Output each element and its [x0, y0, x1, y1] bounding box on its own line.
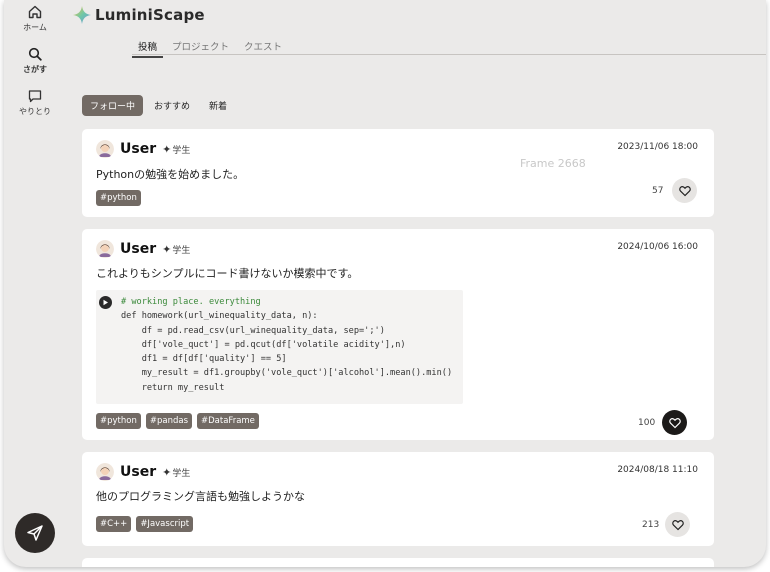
post-text: Pythonの勉強を始めました。: [96, 168, 245, 181]
tag[interactable]: #C++: [96, 516, 132, 532]
user-avatar-icon: [96, 140, 114, 158]
sparkle-logo-icon: [73, 6, 91, 24]
tag[interactable]: #Javascript: [136, 516, 194, 532]
code-block: # working place. everything def homework…: [96, 290, 463, 404]
run-code-button[interactable]: [99, 296, 112, 309]
filter-newest[interactable]: 新着: [201, 95, 235, 116]
play-icon: [103, 299, 108, 306]
code-line: # working place. everything: [121, 297, 261, 307]
app-name: LuminiScape: [95, 6, 205, 24]
role-label: 学生: [172, 245, 191, 256]
sidebar-item-search[interactable]: さがす: [4, 46, 66, 75]
avatar[interactable]: [96, 240, 114, 258]
like-button[interactable]: [672, 178, 697, 203]
code-text: # working place. everything def homework…: [121, 295, 452, 395]
sidebar-item-label: ホーム: [23, 23, 47, 32]
avatar[interactable]: [96, 463, 114, 481]
user-role-badge: ✦ 学生: [162, 466, 190, 479]
tag[interactable]: #DataFrame: [197, 413, 259, 429]
tag[interactable]: #python: [96, 190, 141, 206]
tag-list: #C++ #Javascript: [96, 516, 198, 532]
send-icon: [27, 525, 43, 541]
tag[interactable]: #pandas: [145, 413, 193, 429]
tab-quests[interactable]: クエスト: [238, 39, 288, 58]
sidebar-item-label: やりとり: [19, 107, 51, 116]
code-line: df['vole_quct'] = pd.qcut(df['volatile a…: [121, 339, 406, 350]
username[interactable]: User: [120, 241, 156, 257]
post-card[interactable]: User ✦ 学生 2024/10/06 16:00 これよりもシンプルにコード書…: [82, 229, 714, 440]
like-count: 213: [642, 520, 660, 530]
new-post-button[interactable]: [15, 513, 55, 553]
sparkle-icon: ✦: [162, 465, 172, 479]
post-date: 2024/08/18 11:10: [617, 465, 698, 475]
user-role-badge: ✦ 学生: [162, 243, 190, 256]
heart-icon: [668, 417, 681, 428]
post-card[interactable]: User ✦ 学生 2024/08/18 11:10 他のプログラミング言語も勉強…: [82, 452, 714, 546]
sidebar: ホーム さがす やりとり: [4, 0, 66, 567]
sidebar-item-home[interactable]: ホーム: [4, 4, 66, 33]
username[interactable]: User: [120, 141, 156, 157]
app-logo[interactable]: LuminiScape: [72, 5, 205, 25]
filter-recommended[interactable]: おすすめ: [146, 95, 198, 116]
tag[interactable]: #python: [96, 413, 141, 429]
code-line: my_result = df1.groupby('vole_quct')['al…: [121, 368, 453, 379]
sparkle-icon: ✦: [162, 142, 172, 156]
tab-posts[interactable]: 投稿: [132, 39, 164, 58]
search-icon: [28, 47, 42, 61]
role-label: 学生: [172, 468, 191, 479]
like-count: 100: [638, 418, 656, 428]
post-card[interactable]: [82, 558, 714, 567]
tab-projects[interactable]: プロジェクト: [166, 39, 235, 58]
post-header: User ✦ 学生: [96, 240, 190, 258]
user-avatar-icon: [96, 240, 114, 258]
heart-icon: [671, 519, 684, 530]
code-line: df = pd.read_csv(url_winequality_data, s…: [121, 325, 385, 336]
app-window: ホーム さがす やりとり LuminiScape 投稿 プロジェクト クエスト …: [4, 0, 766, 567]
code-line: df1 = df[df['quality'] == 5]: [121, 354, 287, 365]
sparkle-icon: ✦: [162, 242, 172, 256]
post-text: これよりもシンプルにコード書けないか模索中です。: [96, 267, 359, 280]
avatar[interactable]: [96, 140, 114, 158]
post-header: User ✦ 学生: [96, 140, 190, 158]
content-type-tabs: 投稿 プロジェクト クエスト: [132, 39, 291, 58]
post-date: 2024/10/06 16:00: [617, 242, 698, 252]
post-header: User ✦ 学生: [96, 463, 190, 481]
feed-filter-tabs: フォロー中 おすすめ 新着: [82, 95, 238, 116]
tab-divider: [132, 54, 766, 55]
home-icon: [28, 5, 42, 19]
tag-list: #python #pandas #DataFrame: [96, 413, 264, 429]
username[interactable]: User: [120, 464, 156, 480]
post-text: 他のプログラミング言語も勉強しようかな: [96, 490, 305, 503]
heart-icon: [678, 185, 691, 196]
post-card[interactable]: User ✦ 学生 2023/11/06 18:00 Frame 2668 Pyt…: [82, 129, 714, 217]
frame-label: Frame 2668: [520, 157, 586, 170]
code-line: return my_result: [121, 382, 225, 393]
role-label: 学生: [172, 145, 191, 156]
filter-following[interactable]: フォロー中: [82, 95, 144, 116]
like-count: 57: [652, 186, 664, 196]
user-avatar-icon: [96, 463, 114, 481]
code-line: def homework(url_winequality_data, n):: [121, 311, 318, 322]
chat-icon: [28, 90, 42, 103]
sidebar-item-label: さがす: [23, 65, 47, 74]
tag-list: #python: [96, 190, 146, 206]
like-button[interactable]: [662, 410, 687, 435]
sidebar-item-messages[interactable]: やりとり: [4, 88, 66, 117]
like-button[interactable]: [665, 512, 690, 537]
post-date: 2023/11/06 18:00: [617, 142, 698, 152]
user-role-badge: ✦ 学生: [162, 143, 190, 156]
